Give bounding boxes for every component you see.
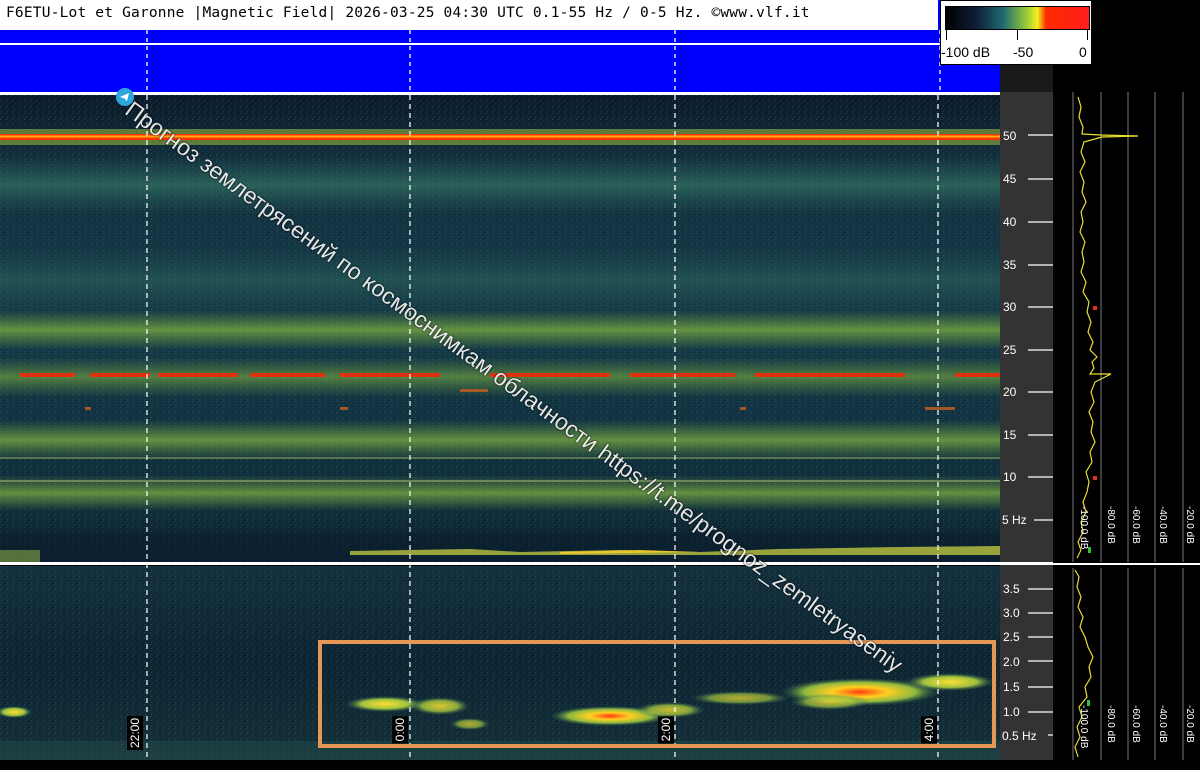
y-tick-30: 30: [1003, 300, 1017, 314]
profile-label-upper-3: -60.0 dB: [1130, 506, 1141, 544]
profile-label-lower-2: -80.0 dB: [1105, 705, 1116, 743]
colorbar-tick: [1087, 30, 1088, 40]
page-title: F6ETU-Lot et Garonne |Magnetic Field| 20…: [6, 5, 810, 21]
profile-label-lower-4: -40.0 dB: [1157, 705, 1168, 743]
spectrum-profile-plot: [1053, 92, 1200, 760]
y-tick-20: 20: [1003, 385, 1017, 399]
y-tick-3-0: 3.0: [1003, 606, 1020, 620]
profile-label-upper-5: -20.0 dB: [1184, 506, 1195, 544]
y-tick-0-5hz: 0.5 Hz: [1002, 729, 1037, 743]
y-tick-1-0: 1.0: [1003, 705, 1020, 719]
colorbar-label-min: -100 dB: [941, 44, 991, 60]
profile-label-lower-1: -100.0 dB: [1078, 705, 1089, 749]
profile-label-lower-3: -60.0 dB: [1130, 705, 1141, 743]
profile-label-upper-4: -40.0 dB: [1157, 506, 1168, 544]
y-tick-25: 25: [1003, 343, 1017, 357]
y-tick-45: 45: [1003, 172, 1017, 186]
y-tick-1-5: 1.5: [1003, 680, 1020, 694]
y-tick-35: 35: [1003, 258, 1017, 272]
y-tick-15: 15: [1003, 428, 1017, 442]
bottom-edge: [0, 760, 1200, 770]
header-time-gridlines: [146, 30, 941, 92]
time-label-2200: 22:00: [127, 716, 143, 751]
profile-label-upper-1: -100.0 dB: [1078, 506, 1089, 550]
colorbar-label-mid: -50: [1013, 44, 1034, 60]
colorbar-tick: [946, 30, 947, 40]
title-strip: F6ETU-Lot et Garonne |Magnetic Field| 20…: [0, 0, 938, 30]
profile-label-lower-5: -20.0 dB: [1184, 705, 1195, 743]
y-tick-5hz: 5 Hz: [1002, 513, 1027, 527]
spectrogram-viewer: F6ETU-Lot et Garonne |Magnetic Field| 20…: [0, 0, 1200, 770]
y-tick-40: 40: [1003, 215, 1017, 229]
colorbar-gradient: [945, 6, 1090, 30]
y-tick-2-5: 2.5: [1003, 630, 1020, 644]
y-tick-10: 10: [1003, 470, 1017, 484]
profile-label-upper-2: -80.0 dB: [1105, 506, 1116, 544]
y-tick-50: 50: [1003, 129, 1017, 143]
y-tick-3-5: 3.5: [1003, 582, 1020, 596]
colorbar-tick: [1017, 30, 1018, 40]
y-tick-2-0: 2.0: [1003, 655, 1020, 669]
colorbar-label-max: 0: [1079, 44, 1087, 60]
